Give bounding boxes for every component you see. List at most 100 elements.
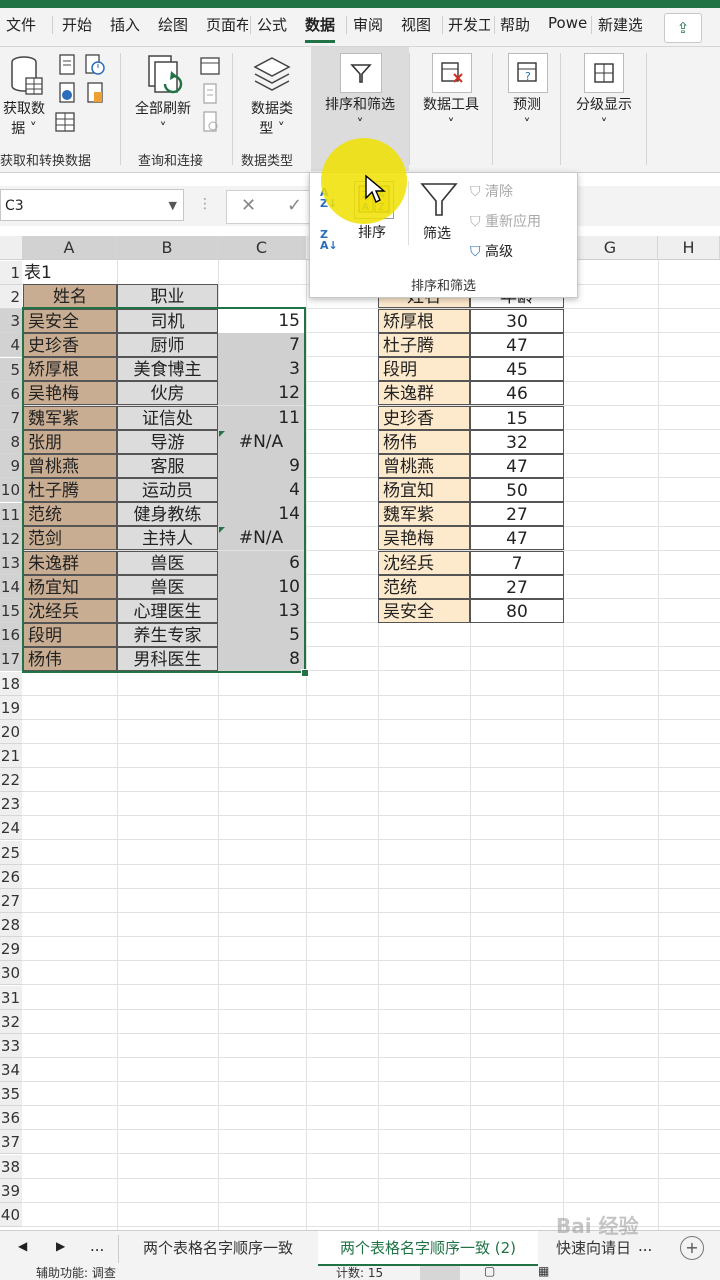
table1-header-name[interactable]: 姓名 xyxy=(23,284,117,308)
table1-name-cell[interactable]: 吴艳梅 xyxy=(23,381,117,405)
table2-age-cell[interactable]: 15 xyxy=(470,406,564,430)
sheet-tab-1[interactable]: 两个表格名字顺序一致 xyxy=(120,1231,316,1267)
row-header[interactable]: 7 xyxy=(0,406,22,430)
table2-name-cell[interactable]: 曾桃燕 xyxy=(378,454,470,478)
table2-age-cell[interactable]: 47 xyxy=(470,333,564,357)
table2-age-cell[interactable]: 30 xyxy=(470,309,564,333)
row-header[interactable]: 24 xyxy=(0,816,22,840)
row-header[interactable]: 40 xyxy=(0,1203,22,1227)
tab-developer[interactable]: 开发工 xyxy=(448,14,490,35)
table1-value-cell[interactable]: 5 xyxy=(218,623,304,647)
row-header[interactable]: 36 xyxy=(0,1106,22,1130)
table1-name-cell[interactable]: 史珍香 xyxy=(23,333,117,357)
table1-value-cell[interactable]: 8 xyxy=(218,647,304,671)
table2-name-cell[interactable]: 吴艳梅 xyxy=(378,526,470,550)
table2-age-cell[interactable]: 46 xyxy=(470,381,564,405)
filter-icon[interactable] xyxy=(420,181,458,219)
row-header[interactable]: 6 xyxy=(0,382,22,406)
data-tools-icon[interactable] xyxy=(432,53,472,93)
row-header[interactable]: 35 xyxy=(0,1082,22,1106)
table2-age-cell[interactable]: 7 xyxy=(470,551,564,575)
table2-name-cell[interactable]: 范统 xyxy=(378,575,470,599)
row-header[interactable]: 1 xyxy=(0,261,22,285)
from-text-icon[interactable] xyxy=(56,53,78,77)
table2-age-cell[interactable]: 80 xyxy=(470,599,564,623)
filter-button[interactable]: 筛选 xyxy=(423,223,451,243)
table1-job-cell[interactable]: 男科医生 xyxy=(117,647,218,671)
forecast-icon[interactable]: ? xyxy=(508,53,548,93)
row-header[interactable]: 39 xyxy=(0,1179,22,1203)
table1-value-cell[interactable]: 3 xyxy=(218,357,304,381)
table1-value-cell[interactable]: 6 xyxy=(218,551,304,575)
table2-age-cell[interactable]: 47 xyxy=(470,454,564,478)
row-header[interactable]: 13 xyxy=(0,551,22,575)
select-all-corner[interactable] xyxy=(0,236,22,260)
row-header[interactable]: 16 xyxy=(0,623,22,647)
row-header[interactable]: 29 xyxy=(0,937,22,961)
row-header[interactable]: 31 xyxy=(0,986,22,1010)
table1-name-cell[interactable]: 沈经兵 xyxy=(23,599,117,623)
table1-job-cell[interactable]: 伙房 xyxy=(117,381,218,405)
table1-name-cell[interactable]: 段明 xyxy=(23,623,117,647)
row-header[interactable]: 18 xyxy=(0,672,22,696)
sort-descending-icon[interactable]: Z A↓ xyxy=(320,229,338,251)
row-header[interactable]: 15 xyxy=(0,599,22,623)
page-layout-view-icon[interactable]: ▢ xyxy=(484,1266,495,1278)
row-header[interactable]: 32 xyxy=(0,1010,22,1034)
table1-value-cell[interactable]: 7 xyxy=(218,333,304,357)
accessibility-status[interactable]: 辅助功能: 调查 xyxy=(36,1266,116,1280)
tab-help[interactable]: 帮助 xyxy=(500,14,530,35)
normal-view-icon[interactable] xyxy=(420,1266,460,1280)
table1-job-cell[interactable]: 美食博主 xyxy=(117,357,218,381)
row-header[interactable]: 17 xyxy=(0,647,22,671)
table1-name-cell[interactable]: 范统 xyxy=(23,502,117,526)
row-header[interactable]: 21 xyxy=(0,744,22,768)
table1-header-job[interactable]: 职业 xyxy=(117,284,218,308)
get-data-button[interactable]: 获取数据 ˅ xyxy=(0,99,48,139)
edit-links-icon[interactable] xyxy=(200,111,220,133)
table1-job-cell[interactable]: 兽医 xyxy=(117,575,218,599)
table1-value-cell[interactable]: 15 xyxy=(218,309,304,333)
table1-value-cell[interactable]: 4 xyxy=(218,478,304,502)
row-header[interactable]: 19 xyxy=(0,696,22,720)
tab-new[interactable]: 新建选 xyxy=(598,14,642,35)
table1-name-cell[interactable]: 朱逸群 xyxy=(23,551,117,575)
name-box[interactable]: C3 ▼ xyxy=(0,189,184,221)
data-tools-button[interactable]: 数据工具 ˅ xyxy=(412,95,490,135)
row-header[interactable]: 20 xyxy=(0,720,22,744)
recent-sources-icon[interactable] xyxy=(84,53,106,77)
column-header-a[interactable]: A xyxy=(22,236,117,260)
row-header[interactable]: 26 xyxy=(0,865,22,889)
row-header[interactable]: 23 xyxy=(0,792,22,816)
from-web-icon[interactable] xyxy=(56,81,78,105)
table1-value-cell[interactable]: #N/A xyxy=(218,526,304,550)
row-header[interactable]: 30 xyxy=(0,961,22,985)
row-header[interactable]: 2 xyxy=(0,285,22,309)
table2-age-cell[interactable]: 27 xyxy=(470,575,564,599)
sort-filter-button[interactable]: 排序和筛选 ˅ xyxy=(313,95,407,135)
properties-icon[interactable] xyxy=(200,83,220,105)
row-header[interactable]: 14 xyxy=(0,575,22,599)
row-header[interactable]: 22 xyxy=(0,768,22,792)
table2-name-cell[interactable]: 吴安全 xyxy=(378,599,470,623)
row-header[interactable]: 34 xyxy=(0,1058,22,1082)
forecast-button[interactable]: 预测 ˅ xyxy=(496,95,558,135)
share-button[interactable]: ⇪ xyxy=(664,13,702,43)
table2-age-cell[interactable]: 50 xyxy=(470,478,564,502)
table2-name-cell[interactable]: 杜子腾 xyxy=(378,333,470,357)
row-header[interactable]: 37 xyxy=(0,1130,22,1154)
scroll-left-icon[interactable]: ◀ xyxy=(18,1239,27,1253)
refresh-all-icon[interactable] xyxy=(144,53,186,99)
sheet-tab-2[interactable]: 两个表格名字顺序一致 (2) xyxy=(318,1231,538,1267)
tab-page-layout[interactable]: 页面布 xyxy=(206,14,248,35)
table1-job-cell[interactable]: 客服 xyxy=(117,454,218,478)
table1-job-cell[interactable]: 司机 xyxy=(117,309,218,333)
clear-filter-button[interactable]: ⛉ 清除 xyxy=(470,181,513,201)
outline-button[interactable]: 分级显示 ˅ xyxy=(566,95,642,135)
table2-name-cell[interactable]: 魏军紫 xyxy=(378,502,470,526)
column-header-h[interactable]: H xyxy=(658,236,720,260)
fill-handle[interactable] xyxy=(301,669,309,677)
table1-value-cell[interactable]: #N/A xyxy=(218,430,304,454)
scroll-right-icon[interactable]: ▶ xyxy=(56,1239,65,1253)
table1-name-cell[interactable]: 魏军紫 xyxy=(23,406,117,430)
